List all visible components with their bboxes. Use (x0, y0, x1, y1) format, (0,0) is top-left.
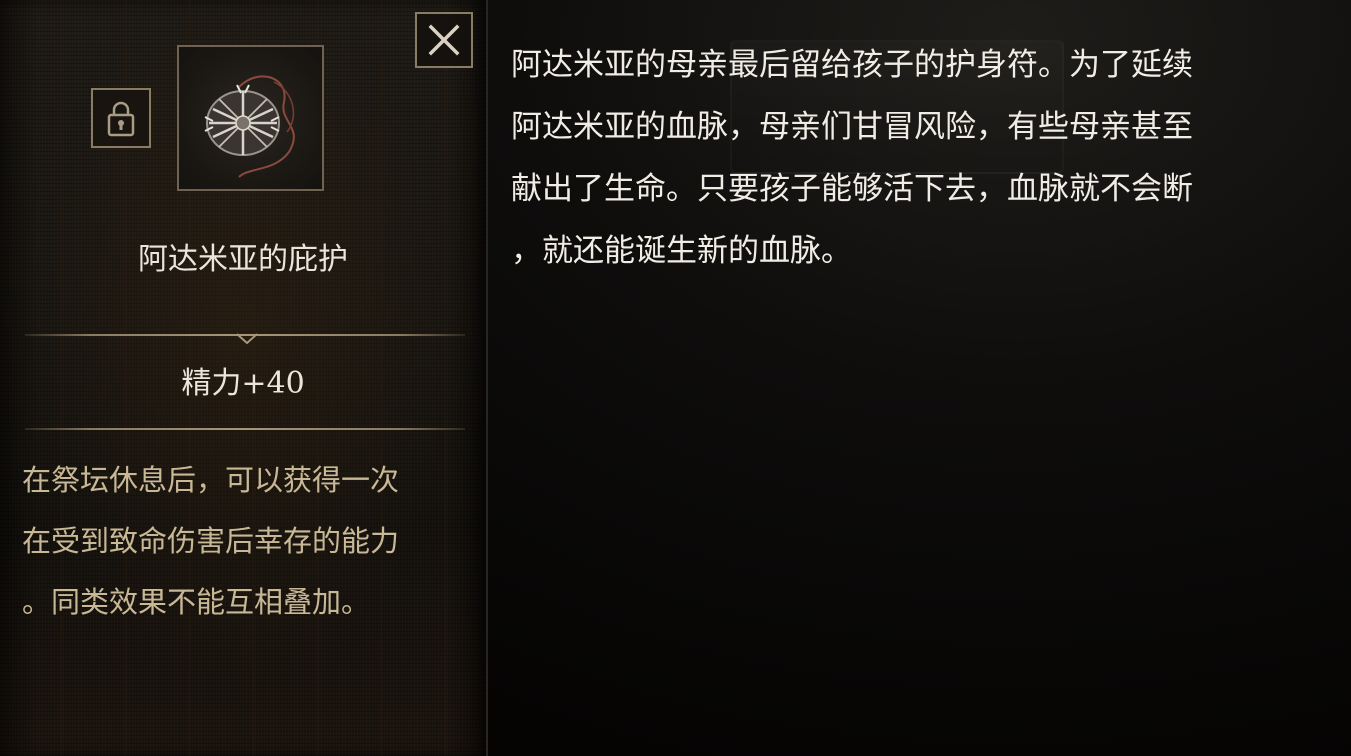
lore-line: 阿达米亚的母亲最后留给孩子的护身符。为了延续 (511, 47, 1193, 83)
item-lore-description: 阿达米亚的母亲最后留给孩子的护身符。为了延续 阿达米亚的血脉，母亲们甘冒风险，有… (511, 34, 1331, 282)
close-button[interactable] (415, 12, 473, 68)
lock-toggle-button[interactable] (91, 88, 151, 148)
lore-line: ，就还能诞生新的血脉。 (511, 233, 852, 269)
close-icon (428, 24, 460, 56)
lock-icon (107, 101, 135, 137)
item-stat: 精力+40 (181, 366, 305, 401)
effect-line: 。同类效果不能互相叠加。 (22, 585, 371, 619)
effect-line: 在受到致命伤害后幸存的能力 (22, 524, 400, 558)
amulet-icon (204, 75, 295, 178)
divider-ornament-icon (237, 333, 257, 344)
lore-line: 阿达米亚的血脉，母亲们甘冒风险，有些母亲甚至 (511, 109, 1193, 145)
lore-line: 献出了生命。只要孩子能够活下去，血脉就不会断 (511, 171, 1193, 207)
item-icon-frame[interactable] (177, 45, 324, 191)
divider-bottom (25, 428, 465, 430)
item-name: 阿达米亚的庇护 (138, 242, 348, 277)
item-effect-description: 在祭坛休息后，可以获得一次 在受到致命伤害后幸存的能力 。同类效果不能互相叠加。 (22, 450, 472, 633)
game-item-screen: 阿达米亚的庇护 精力+40 在祭坛休息后，可以获得一次 在受到致命伤害后幸存的能… (0, 0, 1351, 756)
effect-line: 在祭坛休息后，可以获得一次 (22, 463, 400, 497)
item-detail-panel: 阿达米亚的庇护 精力+40 在祭坛休息后，可以获得一次 在受到致命伤害后幸存的能… (0, 0, 488, 756)
